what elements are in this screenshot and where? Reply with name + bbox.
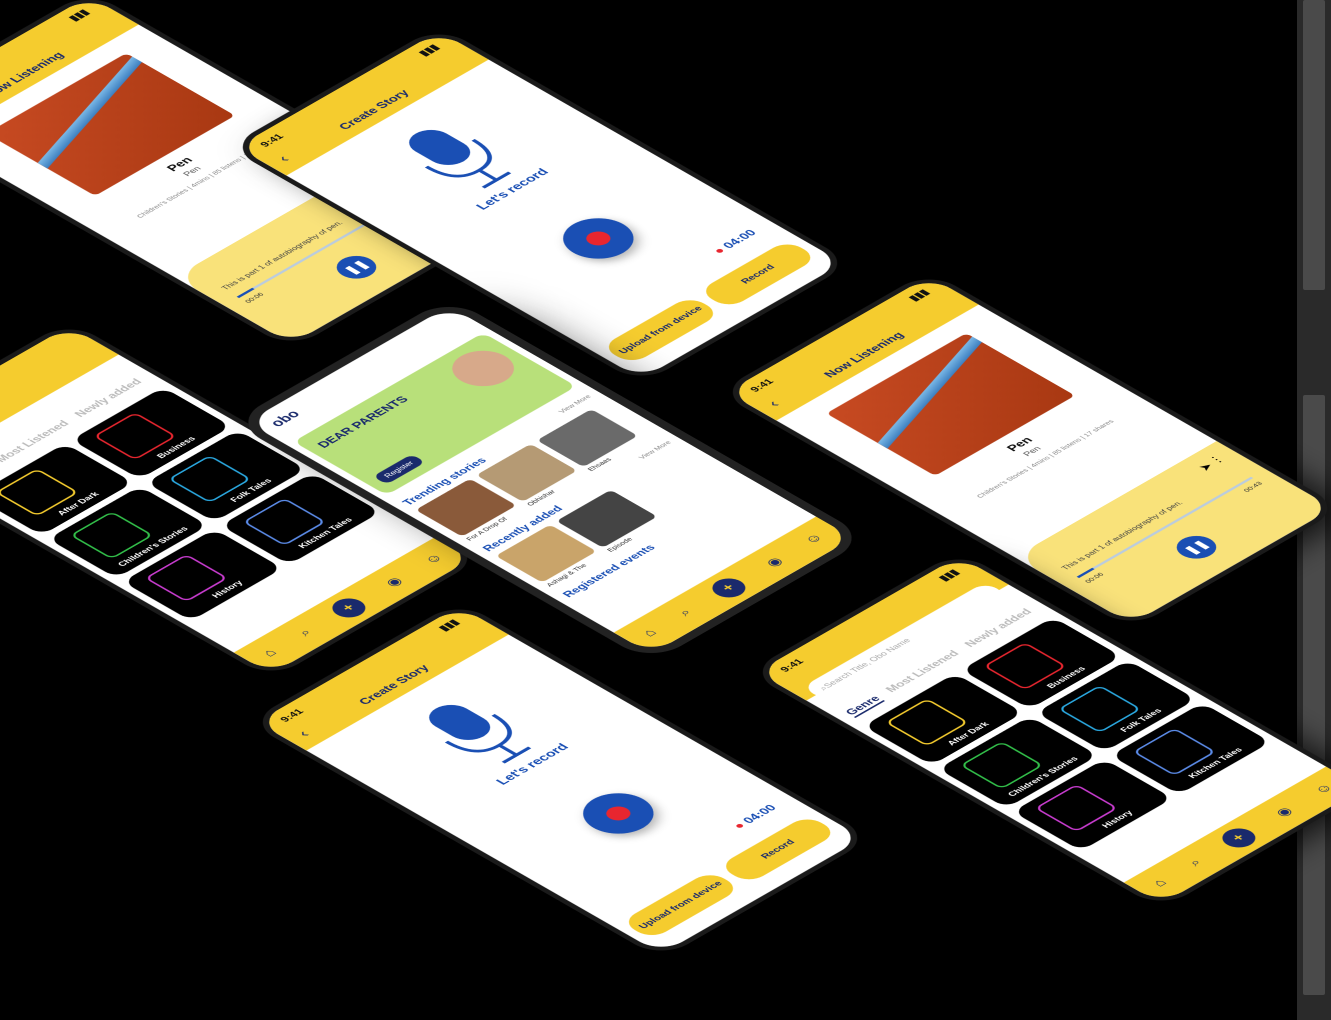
status-time: 9:41	[276, 706, 307, 724]
record-timer: ● 04:00	[729, 802, 780, 831]
battery-icon: ▮▮▮	[65, 7, 92, 23]
search-icon[interactable]: ⌕	[295, 627, 316, 639]
upload-from-device-button[interactable]: Upload from device	[600, 295, 722, 365]
profile-icon[interactable]: ☺	[421, 551, 448, 566]
scrollbar-thumb-upper[interactable]	[1303, 0, 1325, 290]
scrollbar-thumb[interactable]	[1303, 395, 1325, 995]
search-icon[interactable]: ⌕	[675, 607, 696, 619]
banner-photo	[439, 343, 527, 394]
record-button[interactable]	[548, 209, 649, 268]
register-button[interactable]: Register	[372, 454, 426, 485]
battery-icon: ▮▮▮	[935, 567, 962, 583]
profile-icon[interactable]: ☺	[1311, 781, 1331, 796]
add-story-button[interactable]: +	[1215, 824, 1263, 852]
phone-now-listening-right: 9:41 ▮▮▮ ‹ Now Listening Pen Pen Children…	[726, 276, 1331, 624]
battery-icon: ▮▮▮	[415, 42, 442, 58]
notifications-icon[interactable]: ◉	[381, 574, 407, 589]
status-time: 9:41	[256, 131, 287, 149]
pause-button[interactable]: ❚❚	[328, 251, 385, 284]
home-icon[interactable]: ⌂	[260, 647, 282, 659]
phone-genre-right: 9:41 ▮▮▮ ⌕ Search Title, Obo Name Genre M…	[756, 556, 1331, 904]
profile-icon[interactable]: ☺	[801, 531, 828, 546]
progress-track[interactable]	[1076, 476, 1254, 579]
player-panel: ➤ ⋮ This is part 1 of autobiography of p…	[1014, 441, 1331, 624]
record-button[interactable]	[568, 784, 669, 843]
notifications-icon[interactable]: ◉	[1271, 804, 1297, 819]
notifications-icon[interactable]: ◉	[761, 554, 787, 569]
upload-from-device-button[interactable]: Upload from device	[620, 870, 742, 940]
battery-icon: ▮▮▮	[435, 617, 462, 633]
add-story-button[interactable]: +	[325, 594, 373, 622]
status-time: 9:41	[746, 376, 777, 394]
status-time: 9:41	[776, 656, 807, 674]
timer-value: 04:00	[739, 802, 780, 826]
phone-create-story-bottom: 9:41 ▮▮▮ ‹ Create Story Let's record ● 04…	[256, 606, 864, 954]
record-timer: ● 04:00	[709, 227, 760, 256]
mockup-stage: 9:41▮▮▮ Now Listening Pen Pen Children's…	[0, 0, 1331, 1020]
add-story-button[interactable]: +	[705, 574, 753, 602]
pause-button[interactable]: ❚❚	[1168, 531, 1225, 564]
home-icon[interactable]: ⌂	[1150, 877, 1172, 889]
search-icon[interactable]: ⌕	[1185, 857, 1206, 869]
battery-icon: ▮▮▮	[905, 287, 932, 303]
timer-value: 04:00	[719, 227, 760, 251]
home-icon[interactable]: ⌂	[640, 627, 662, 639]
